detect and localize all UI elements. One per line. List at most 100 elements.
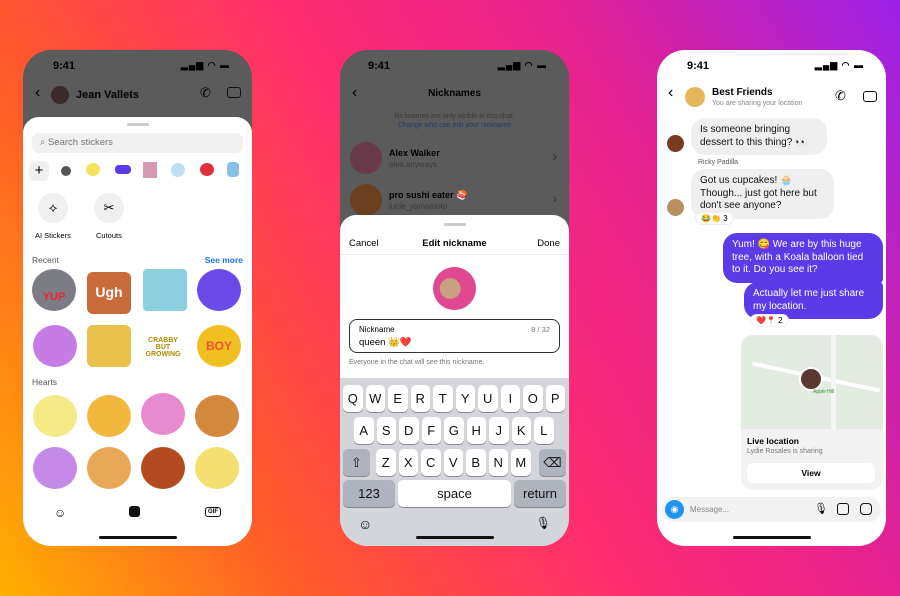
reaction-badge[interactable]: ❤️📍 2 (750, 314, 789, 327)
key-a[interactable]: A (354, 417, 374, 444)
key-i[interactable]: I (500, 385, 520, 412)
avatar-icon[interactable]: ☺ (54, 506, 66, 520)
key-r[interactable]: R (410, 385, 430, 412)
sticker-icon[interactable] (860, 503, 872, 515)
message-bubble[interactable]: Is someone bringing dessert to this thin… (691, 118, 827, 155)
sticker[interactable] (195, 447, 239, 489)
reaction-badge[interactable]: 😂👏 3 (695, 212, 734, 225)
view-location-button[interactable]: View (747, 463, 875, 483)
key-p[interactable]: P (545, 385, 565, 412)
sticker[interactable] (33, 395, 77, 437)
key-h[interactable]: H (466, 417, 486, 444)
nickname-input[interactable]: Nickname 8 / 32 queen 👑❤️ (349, 319, 560, 353)
key-t[interactable]: T (433, 385, 453, 412)
sticker[interactable] (33, 447, 77, 489)
backspace-key[interactable]: ⌫ (539, 449, 566, 476)
key-d[interactable]: D (399, 417, 419, 444)
message-bubble[interactable]: Yum! 😋 We are by this huge tree, with a … (723, 233, 883, 283)
status-time: 9:41 (368, 60, 391, 72)
sender-name: Ricky Padilla (698, 159, 739, 166)
add-sticker-button[interactable]: + (29, 161, 49, 181)
numbers-key[interactable]: 123 (343, 480, 395, 507)
sticker[interactable] (195, 395, 239, 437)
phone-icon[interactable]: ✆ (835, 88, 846, 104)
key-g[interactable]: G (444, 417, 464, 444)
key-u[interactable]: U (478, 385, 498, 412)
return-key[interactable]: return (514, 480, 566, 507)
key-n[interactable]: N (488, 449, 508, 476)
sticker[interactable] (87, 447, 131, 489)
key-y[interactable]: Y (455, 385, 475, 412)
key-k[interactable]: K (511, 417, 531, 444)
list-item[interactable]: Alex Walker alex.anyways › (340, 142, 569, 176)
recent-tab-icon[interactable] (61, 166, 71, 176)
gif-icon[interactable]: GIF (205, 507, 221, 517)
emoji-icon[interactable]: ☺ (358, 516, 372, 532)
sticker[interactable] (141, 447, 185, 489)
key-z[interactable]: Z (376, 449, 396, 476)
key-j[interactable]: J (489, 417, 509, 444)
key-c[interactable]: C (421, 449, 441, 476)
cutouts-button[interactable]: ✂ (94, 193, 124, 223)
sticker-icon[interactable] (129, 506, 140, 517)
ai-stickers-button[interactable]: ⟡ (38, 193, 68, 223)
key-m[interactable]: M (511, 449, 531, 476)
back-icon[interactable]: ‹ (668, 84, 673, 102)
key-e[interactable]: E (388, 385, 408, 412)
location-avatar (799, 367, 823, 391)
key-x[interactable]: X (398, 449, 418, 476)
key-o[interactable]: O (523, 385, 543, 412)
sticker-sheet: ⌕ Search stickers + ⟡ AI Stickers ✂ Cuto… (23, 117, 252, 546)
sticker[interactable] (33, 325, 77, 367)
status-icons: ▂▄▆ ◠ ▬ (497, 60, 547, 70)
sheet-handle[interactable] (443, 223, 466, 226)
sticker-pack-icon[interactable] (115, 165, 131, 174)
location-title: Live location (747, 436, 799, 446)
avatar (667, 135, 684, 152)
keyboard: Q W E R T Y U I O P A S D F G H J K L ⇧ Z X C V B N M ⌫ 123 space retu… (340, 378, 569, 546)
sticker[interactable]: Ugh (87, 272, 131, 314)
list-item[interactable]: pro sushi eater 🍣 lucie_yamamoto › (340, 184, 569, 218)
sticker-pack-icon[interactable] (171, 163, 185, 177)
microphone-icon[interactable]: 🎙 (814, 502, 828, 515)
sticker[interactable]: CRABBY BUT GROWING (141, 327, 185, 369)
sticker[interactable] (143, 269, 187, 311)
sticker-pack-icon[interactable] (143, 162, 157, 178)
done-button[interactable]: Done (537, 238, 560, 249)
key-b[interactable]: B (466, 449, 486, 476)
back-icon[interactable]: ‹ (35, 84, 40, 102)
key-q[interactable]: Q (343, 385, 363, 412)
microphone-icon[interactable]: 🎙 (536, 516, 551, 530)
sticker[interactable]: YUP (32, 269, 76, 311)
key-s[interactable]: S (376, 417, 396, 444)
live-location-card[interactable]: Apple Hill Live location Lydie Rosales i… (741, 335, 883, 490)
change-permission-link[interactable]: Change who can edit your nickname (340, 122, 569, 129)
key-f[interactable]: F (421, 417, 441, 444)
sticker-pack-icon[interactable] (86, 163, 100, 176)
space-key[interactable]: space (398, 480, 511, 507)
sticker-pack-icon[interactable] (200, 163, 214, 176)
key-l[interactable]: L (534, 417, 554, 444)
sheet-handle[interactable] (126, 123, 149, 126)
video-icon[interactable] (863, 91, 877, 102)
sticker[interactable] (87, 395, 131, 437)
chevron-right-icon: › (552, 190, 557, 206)
person-handle: alex.anyways (389, 160, 438, 169)
status-icons: ▂▄▆ ◠ ▬ (180, 60, 230, 70)
sticker[interactable] (141, 393, 185, 435)
camera-icon[interactable]: ◉ (665, 500, 684, 519)
key-v[interactable]: V (443, 449, 463, 476)
sticker[interactable] (197, 269, 241, 311)
video-icon[interactable] (227, 87, 241, 98)
sticker-pack-icon[interactable] (227, 162, 239, 177)
gallery-icon[interactable] (837, 503, 849, 515)
key-w[interactable]: W (365, 385, 385, 412)
search-input[interactable]: ⌕ Search stickers (32, 133, 243, 153)
phone-icon[interactable]: ✆ (200, 85, 211, 101)
see-more-link[interactable]: See more (205, 255, 243, 265)
sticker[interactable]: BOY (197, 325, 241, 367)
map[interactable]: Apple Hill (741, 335, 883, 429)
message-input[interactable]: Message... (690, 505, 729, 514)
sticker[interactable] (87, 325, 131, 367)
shift-key[interactable]: ⇧ (343, 449, 370, 476)
